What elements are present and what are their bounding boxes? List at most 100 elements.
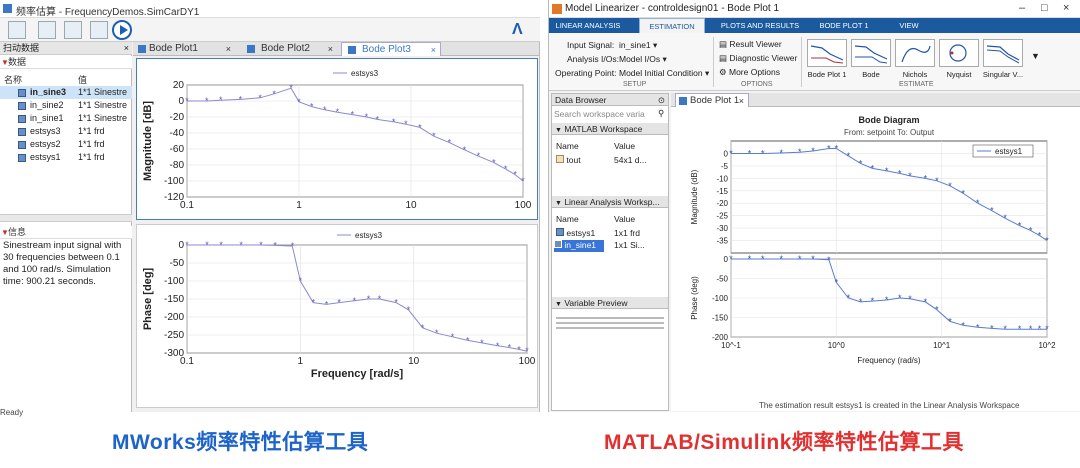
y-tick-label: -30 bbox=[716, 224, 728, 233]
close-icon[interactable]: × bbox=[431, 43, 436, 57]
y-tick-label: -200 bbox=[164, 312, 184, 323]
tab-estimation[interactable]: ESTIMATION bbox=[639, 18, 705, 33]
chevron-down-icon[interactable]: ▼ bbox=[1031, 51, 1040, 61]
list-item[interactable]: tout bbox=[556, 155, 581, 165]
tab-bode-plot-1[interactable]: BODE PLOT 1 bbox=[811, 18, 877, 33]
data-point: * bbox=[299, 276, 303, 286]
tab-bode-plot2[interactable]: Bode Plot2 × bbox=[241, 42, 337, 56]
data-point: * bbox=[480, 338, 484, 348]
column-value-header[interactable]: 值 bbox=[78, 73, 87, 86]
magnitude-chart[interactable]: 0.1 1 10 100200-20-40-60-80-100-120* * * * * ***… bbox=[137, 59, 537, 219]
y-tick-label: 0 bbox=[178, 96, 184, 107]
collapse-icon[interactable]: ▼ bbox=[1, 226, 9, 239]
data-point: * bbox=[463, 145, 467, 155]
tab-bode-plot-1[interactable]: Bode Plot 1 × bbox=[675, 93, 749, 107]
list-item[interactable]: estsys1 1*1 frd bbox=[0, 151, 132, 164]
list-item[interactable]: estsys2 1*1 frd bbox=[0, 138, 132, 151]
column-name-header[interactable]: Name bbox=[556, 141, 579, 151]
operating-point-dropdown[interactable]: Model Initial Condition ▾ bbox=[619, 68, 709, 79]
data-point: * bbox=[1045, 324, 1049, 334]
signal-icon bbox=[18, 89, 26, 97]
collapse-icon[interactable]: ▼ bbox=[1, 56, 9, 69]
phase-chart[interactable]: 0.1 1 10 1000-50-100-150-200-250-300* * * * * * *… bbox=[137, 225, 537, 407]
data-point: * bbox=[976, 198, 980, 208]
list-item[interactable]: in_sine1 1*1 Sinestre bbox=[0, 112, 132, 125]
close-icon[interactable]: × bbox=[226, 42, 231, 56]
list-item[interactable]: in_sine2 1*1 Sinestre bbox=[0, 99, 132, 112]
collapse-icon[interactable]: ⊙ bbox=[658, 94, 665, 106]
status-text: Ready bbox=[0, 408, 24, 417]
data-point: * bbox=[1018, 324, 1022, 334]
table-icon[interactable] bbox=[90, 21, 108, 39]
frd-icon bbox=[18, 128, 26, 136]
analysis-io-label: Analysis I/Os: bbox=[567, 54, 619, 64]
plot-tabs: Bode Plot1 × Bode Plot2 × Bode Plot3 × bbox=[133, 42, 539, 56]
search-icon[interactable]: ⚲ bbox=[658, 108, 664, 119]
linear-analysis-workspace-header[interactable]: ▼ Linear Analysis Worksp... bbox=[552, 196, 668, 208]
y-tick-label: -300 bbox=[164, 348, 184, 359]
data-point: * bbox=[908, 294, 912, 304]
diagnostic-viewer-checkbox[interactable]: ▤ Diagnostic Viewer bbox=[719, 53, 797, 64]
matlab-workspace-header[interactable]: ▼ MATLAB Workspace bbox=[552, 123, 668, 135]
data-point: * bbox=[729, 254, 733, 264]
list-item[interactable]: estsys1 bbox=[556, 228, 595, 238]
variable-value: 1x1 Si... bbox=[614, 240, 645, 250]
list-item-selected[interactable]: in_sine1 bbox=[554, 240, 604, 252]
chart-subtitle: From: setpoint To: Output bbox=[844, 128, 935, 137]
tab-linear-analysis[interactable]: LINEAR ANALYSIS bbox=[553, 18, 623, 33]
singular-values-button[interactable] bbox=[983, 39, 1023, 67]
bode-phase-chart[interactable]: 10^-1 10^0 10^1 10^20-50-100-150-200* * * * * * *… bbox=[671, 253, 1080, 373]
data-point: * bbox=[1029, 324, 1033, 334]
tab-view[interactable]: VIEW bbox=[889, 18, 929, 33]
tab-bode-plot1[interactable]: Bode Plot1 × bbox=[135, 42, 235, 56]
bode-plot-1-button[interactable] bbox=[807, 39, 847, 67]
nichols-button[interactable] bbox=[895, 39, 935, 67]
column-name-header[interactable]: Name bbox=[556, 214, 579, 224]
settings-icon[interactable] bbox=[38, 21, 56, 39]
search-input[interactable]: Search workspace varia bbox=[554, 109, 645, 119]
horizontal-scrollbar[interactable] bbox=[0, 214, 132, 222]
estimate-section-label: ESTIMATE bbox=[899, 81, 934, 88]
bode-magnitude-chart[interactable]: 10^-110^010^110^20-5-10-15-20-25-30-35**… bbox=[671, 107, 1080, 257]
run-button[interactable] bbox=[112, 20, 132, 40]
data-point: * bbox=[779, 254, 783, 264]
bode-button[interactable] bbox=[851, 39, 891, 67]
tab-plots-and-results[interactable]: PLOTS AND RESULTS bbox=[717, 18, 803, 33]
minimize-icon[interactable]: – bbox=[1019, 2, 1025, 14]
y-tick-label: -200 bbox=[712, 333, 729, 342]
column-value-header[interactable]: Value bbox=[614, 214, 635, 224]
tab-bode-plot3[interactable]: Bode Plot3 × bbox=[341, 42, 441, 56]
data-point: * bbox=[1003, 213, 1007, 223]
close-icon[interactable]: × bbox=[328, 42, 333, 56]
data-browser-panel: Data Browser ⊙ Search workspace varia ⚲ … bbox=[551, 93, 669, 411]
input-signal-dropdown[interactable]: in_sine1 ▾ bbox=[619, 40, 657, 51]
close-icon[interactable]: × bbox=[739, 94, 744, 108]
close-icon[interactable]: × bbox=[1063, 2, 1069, 14]
phase-plot-frame: 0.1 1 10 100 0 -50 -100 -150 -200 -250 -300 * * * * * * *… bbox=[136, 224, 538, 408]
variable-preview-header[interactable]: ▼ Variable Preview bbox=[552, 297, 668, 309]
series-line bbox=[187, 87, 524, 182]
signal-icon bbox=[18, 102, 26, 110]
column-name-header[interactable]: 名称 bbox=[4, 73, 22, 86]
data-point: * bbox=[365, 112, 369, 122]
analysis-io-dropdown[interactable]: Model I/Os ▾ bbox=[619, 54, 667, 65]
maximize-icon[interactable]: □ bbox=[1041, 2, 1048, 14]
list-item[interactable]: estsys3 1*1 frd bbox=[0, 125, 132, 138]
data-point: * bbox=[337, 298, 341, 308]
data-point: * bbox=[272, 89, 276, 99]
estimation-ribbon: Input Signal: in_sine1 ▾ Analysis I/Os: … bbox=[549, 33, 1080, 91]
x-tick-label: 10^0 bbox=[828, 341, 846, 350]
data-point: * bbox=[990, 206, 994, 216]
result-viewer-checkbox[interactable]: ▤ Result Viewer bbox=[719, 39, 782, 50]
magnitude-plot-frame: 0.1 1 10 100 20 0 -20 -40 -60 -80 -100 -120 * * * * * * * *… bbox=[136, 58, 538, 220]
export-icon[interactable] bbox=[64, 21, 82, 39]
list-item[interactable]: in_sine3 1*1 Sinestre bbox=[0, 86, 132, 99]
more-options-button[interactable]: ⚙ More Options bbox=[719, 67, 780, 78]
open-icon[interactable] bbox=[8, 21, 26, 39]
data-section-header[interactable]: ▼ 数据 bbox=[0, 56, 132, 69]
column-value-header[interactable]: Value bbox=[614, 141, 635, 151]
data-point: * bbox=[496, 341, 500, 351]
close-icon[interactable]: × bbox=[124, 42, 129, 55]
nyquist-button[interactable] bbox=[939, 39, 979, 67]
info-section-header[interactable]: ▼ 信息 bbox=[0, 226, 132, 239]
